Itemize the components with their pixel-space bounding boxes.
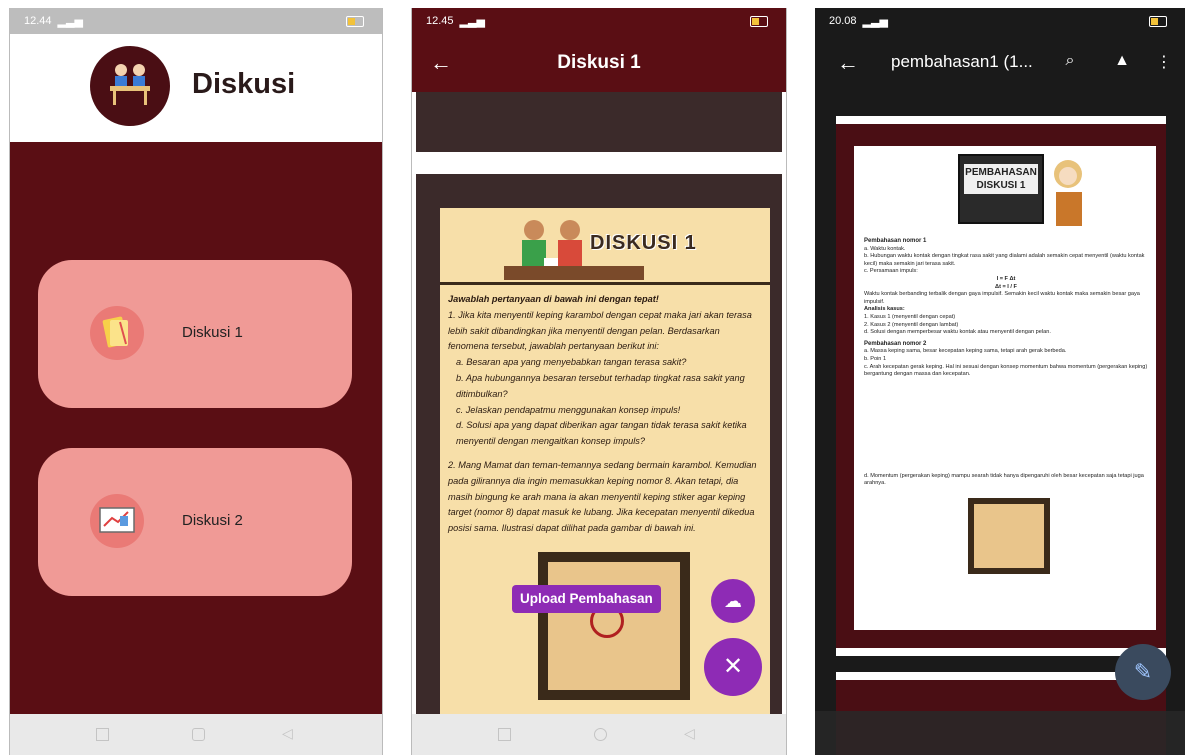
document-title: pembahasan1 (1...	[891, 52, 1033, 71]
status-time: 20.08	[829, 15, 857, 27]
system-nav-bar: ◁	[10, 714, 382, 755]
system-nav-bar: ◁	[412, 714, 786, 755]
drive-add-icon[interactable]: ▲	[1111, 52, 1133, 74]
worksheet-frame: DISKUSI 1 Jawablah pertanyaan di bawah i…	[416, 174, 782, 728]
more-options-icon[interactable]: ⋮	[1153, 52, 1175, 74]
worksheet-header: DISKUSI 1	[440, 208, 770, 285]
whiteboard-icon	[90, 494, 144, 548]
phone-diskusi-1: 12.45 ▂▃▅ ← Diskusi 1 DISKUSI 1 Jawablah…	[411, 8, 787, 755]
carrom-board-image	[538, 552, 690, 700]
question-1a: a. Besaran apa yang menyebabkan tangan t…	[456, 357, 687, 368]
status-bar: 20.08 ▂▃▅	[815, 8, 1185, 34]
battery-icon	[1149, 16, 1167, 27]
carrom-board-image	[968, 498, 1050, 574]
home-button[interactable]	[594, 728, 607, 741]
viewer-toolbar: 20.08 ▂▃▅ ← pembahasan1 (1... ⌕ ▲ ⋮	[815, 8, 1185, 100]
teacher-illustration-icon	[1054, 160, 1082, 226]
system-nav-bar	[815, 711, 1185, 755]
status-bar: 12.45 ▂▃▅	[412, 8, 786, 34]
question-1b: b. Apa hubungannya besaran tersebut terh…	[456, 372, 745, 399]
signal-icon: ▂▃▅	[57, 15, 83, 28]
search-document-icon[interactable]: ⌕	[1059, 52, 1081, 74]
recents-button[interactable]	[498, 728, 511, 741]
back-nav-icon[interactable]: ◁	[282, 725, 293, 742]
status-time: 12.44	[24, 15, 52, 27]
worksheet-title: DISKUSI 1	[590, 232, 697, 254]
signal-icon: ▂▃▅	[459, 15, 485, 28]
app-bar: 12.45 ▂▃▅ ← Diskusi 1	[412, 8, 786, 92]
question-1: 1. Jika kita menyentil keping karambol d…	[448, 309, 752, 352]
page-title: Diskusi	[192, 68, 296, 100]
battery-icon	[346, 16, 364, 27]
status-time: 12.45	[426, 15, 454, 27]
cloud-upload-icon[interactable]: ☁	[711, 579, 755, 623]
recents-button[interactable]	[96, 728, 109, 741]
pembahasan-text: Pembahasan nomor 1 a. Waktu kontak. b. H…	[864, 238, 1148, 487]
phone-pdf-viewer: 20.08 ▂▃▅ ← pembahasan1 (1... ⌕ ▲ ⋮ PEMB…	[815, 8, 1185, 755]
instructions: Jawablah pertanyaan di bawah ini dengan …	[448, 294, 659, 304]
pembahasan-sheet: PEMBAHASAN DISKUSI 1 Pembahasan nomor 1 …	[854, 146, 1156, 630]
back-arrow-icon[interactable]: ←	[837, 50, 859, 76]
pdf-page: PEMBAHASAN DISKUSI 1 Pembahasan nomor 1 …	[836, 116, 1166, 656]
notes-icon	[90, 306, 144, 360]
menu-label: Diskusi 1	[182, 324, 243, 341]
menu-card-diskusi-2[interactable]: Diskusi 2	[38, 448, 352, 596]
phone-diskusi-menu: 12.44 ▂▃▅ Diskusi Diskusi 1 Diskusi 2 ◁	[9, 8, 383, 755]
menu-card-diskusi-1[interactable]: Diskusi 1	[38, 260, 352, 408]
question-1d: d. Solusi apa yang dapat diberikan agar …	[456, 420, 747, 447]
upload-pembahasan-button[interactable]: Upload Pembahasan	[512, 585, 661, 613]
pembahasan-banner: PEMBAHASAN DISKUSI 1	[958, 154, 1044, 224]
menu-panel: Diskusi 1 Diskusi 2	[10, 142, 382, 714]
home-button[interactable]	[192, 728, 205, 741]
header-band	[416, 92, 782, 152]
signal-icon: ▂▃▅	[862, 15, 888, 28]
classroom-logo-icon	[90, 46, 170, 126]
edit-pencil-icon[interactable]: ✎	[1115, 644, 1171, 700]
status-bar: 12.44 ▂▃▅	[10, 8, 382, 34]
page-title: Diskusi 1	[557, 52, 641, 73]
battery-icon	[750, 16, 768, 27]
app-header: Diskusi	[10, 34, 382, 142]
question-1c: c. Jelaskan pendapatmu menggunakan konse…	[456, 404, 681, 415]
close-icon[interactable]: ✕	[704, 638, 762, 696]
worksheet-questions: Jawablah pertanyaan di bawah ini dengan …	[448, 292, 762, 537]
question-2: 2. Mang Mamat dan teman-temannya sedang …	[448, 459, 757, 534]
back-nav-icon[interactable]: ◁	[684, 725, 695, 742]
menu-label: Diskusi 2	[182, 512, 243, 529]
